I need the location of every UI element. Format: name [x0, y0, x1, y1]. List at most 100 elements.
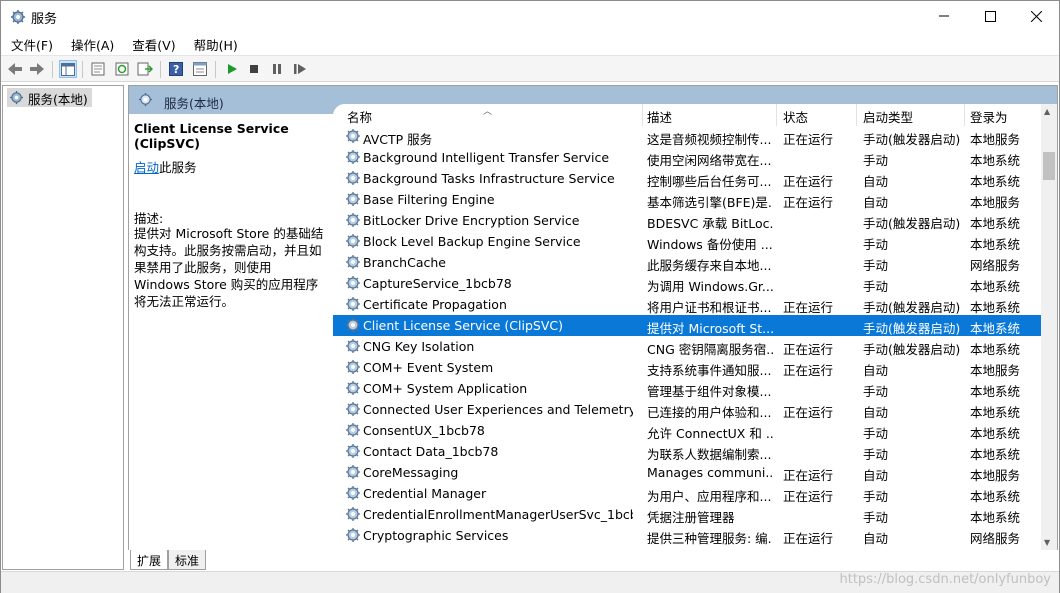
service-status: 正在运行 [783, 363, 834, 378]
scrollbar-thumb[interactable] [1043, 152, 1055, 180]
service-row[interactable]: Block Level Backup Engine Service Windows… [333, 231, 1041, 252]
service-row[interactable]: ConsentUX_1bcb78 允许 ConnectUX 和 ... 手动 本地系统 [333, 420, 1041, 441]
start-service-link[interactable]: 启动 [134, 160, 159, 175]
tab-standard[interactable]: 标准 [168, 550, 207, 570]
refresh-icon[interactable] [113, 60, 131, 78]
column-name[interactable]: 名称 [341, 104, 643, 126]
service-status: 正在运行 [783, 342, 834, 357]
column-logon-as[interactable]: 登录为 [964, 104, 1041, 126]
service-name: BitLocker Drive Encryption Service [363, 213, 580, 228]
service-description: 支持系统事件通知服... [647, 363, 772, 378]
service-row[interactable]: Credential Manager 为用户、应用程序和... 正在运行 手动 本地系统 [333, 483, 1041, 504]
service-gear-icon [345, 275, 361, 291]
service-row[interactable]: BitLocker Drive Encryption Service BDESVC… [333, 210, 1041, 231]
service-row[interactable]: CNG Key Isolation CNG 密钥隔离服务宿... 正在运行 手动(触发… [333, 336, 1041, 357]
start-service-line: 启动此服务 [134, 157, 197, 176]
service-name: Certificate Propagation [363, 297, 507, 312]
service-startup-type: 手动 [863, 510, 889, 525]
service-row[interactable]: CredentialEnrollmentManagerUserSvc_1bcb7… [333, 504, 1041, 525]
menu-help[interactable]: 帮助(H) [184, 32, 246, 54]
service-gear-icon [345, 149, 361, 165]
services-gear-icon [10, 9, 26, 25]
column-description[interactable]: 描述 [641, 104, 777, 126]
window-title: 服务 [31, 12, 58, 27]
export-icon[interactable] [136, 60, 154, 78]
service-gear-icon [345, 233, 361, 249]
service-row[interactable]: Base Filtering Engine 基本筛选引擎(BFE)是... 正在运行… [333, 189, 1041, 210]
service-description: 允许 ConnectUX 和 ... [647, 426, 773, 441]
service-description: 此服务缓存来自本地... [647, 258, 772, 273]
service-name: Block Level Backup Engine Service [363, 234, 581, 249]
service-startup-type: 自动 [863, 405, 889, 420]
service-name: CNG Key Isolation [363, 339, 475, 354]
service-row[interactable]: Certificate Propagation 将用户证书和根证书... 正在运行 手… [333, 294, 1041, 315]
svg-text:?: ? [173, 63, 179, 76]
menu-view[interactable]: 查看(V) [122, 32, 183, 54]
scroll-down-icon[interactable]: ▼ [1044, 538, 1050, 547]
tree-node-services-local[interactable]: 服务(本地) [7, 88, 92, 107]
restart-icon[interactable] [291, 60, 309, 78]
service-gear-icon [345, 380, 361, 396]
tree-node-label: 服务(本地) [28, 92, 88, 107]
service-logon-as: 本地系统 [970, 279, 1021, 294]
service-name: Background Tasks Infrastructure Service [363, 171, 615, 186]
service-row[interactable]: Background Tasks Infrastructure Service 控… [333, 168, 1041, 189]
service-startup-type: 手动 [863, 447, 889, 462]
close-button[interactable] [1013, 1, 1059, 31]
service-gear-icon [345, 401, 361, 417]
service-description: 为调用 Windows.Gr... [647, 279, 773, 294]
service-status: 正在运行 [783, 531, 834, 546]
scroll-up-icon[interactable]: ▲ [1044, 107, 1050, 116]
menu-action[interactable]: 操作(A) [61, 32, 122, 54]
service-startup-type: 手动(触发器启动) [863, 321, 961, 336]
view-icon[interactable] [191, 60, 209, 78]
service-logon-as: 本地服务 [970, 363, 1021, 378]
service-startup-type: 手动 [863, 279, 889, 294]
service-row[interactable]: BranchCache 此服务缓存来自本地... 手动 网络服务 [333, 252, 1041, 273]
minimize-icon [939, 15, 949, 17]
service-description: 为联系人数据编制索... [647, 447, 772, 462]
service-row[interactable]: Contact Data_1bcb78 为联系人数据编制索... 手动 本地系统 [333, 441, 1041, 462]
forward-icon[interactable] [28, 60, 46, 78]
help-icon[interactable]: ? [167, 60, 185, 78]
service-row[interactable]: COM+ System Application 管理基于组件对象模... 手动 本地系… [333, 378, 1041, 399]
service-logon-as: 本地系统 [970, 216, 1021, 231]
vertical-scrollbar[interactable]: ▲ ▼ [1041, 104, 1057, 550]
back-icon[interactable] [6, 60, 24, 78]
minimize-button[interactable] [921, 1, 967, 31]
service-row[interactable]: Connected User Experiences and Telemetry… [333, 399, 1041, 420]
pause-icon[interactable] [268, 60, 286, 78]
service-row[interactable]: Cryptographic Services 提供三种管理服务: 编... 正在运行… [333, 525, 1041, 546]
column-startup-type[interactable]: 启动类型 [857, 104, 965, 126]
service-row[interactable]: Client License Service (ClipSVC) 提供对 Micr… [333, 315, 1041, 336]
service-name: CaptureService_1bcb78 [363, 276, 512, 291]
service-logon-as: 本地系统 [970, 300, 1021, 315]
toolbar-separator [160, 61, 161, 78]
service-row[interactable]: Background Intelligent Transfer Service 使… [333, 147, 1041, 168]
start-icon[interactable] [223, 60, 241, 78]
title-bar: 服务 [1, 1, 1059, 32]
service-row[interactable]: CoreMessaging Manages communi... 正在运行 自动 本地服… [333, 462, 1041, 483]
maximize-button[interactable] [967, 1, 1013, 31]
service-name: CredentialEnrollmentManagerUserSvc_1bcb7… [363, 507, 633, 522]
service-startup-type: 手动 [863, 384, 889, 399]
service-gear-icon [345, 506, 361, 522]
service-name: Client License Service (ClipSVC) [363, 318, 564, 333]
service-logon-as: 本地系统 [970, 447, 1021, 462]
service-logon-as: 本地系统 [970, 342, 1021, 357]
show-hide-tree-icon[interactable] [59, 60, 77, 78]
stop-icon[interactable] [245, 60, 263, 78]
service-gear-icon [345, 254, 361, 270]
services-list: ︿ 名称 描述 状态 启动类型 登录为 AVCTP 服务 这是音频视频控制传...… [333, 104, 1057, 550]
service-row[interactable]: COM+ Event System 支持系统事件通知服... 正在运行 自动 本地服务 [333, 357, 1041, 378]
service-row[interactable]: AVCTP 服务 这是音频视频控制传... 正在运行 手动(触发器启动) 本地服务 [333, 126, 1041, 147]
service-description: 基本筛选引擎(BFE)是... [647, 195, 773, 210]
column-status[interactable]: 状态 [777, 104, 857, 126]
properties-icon[interactable] [89, 60, 107, 78]
service-row[interactable]: CaptureService_1bcb78 为调用 Windows.Gr... 手动… [333, 273, 1041, 294]
service-gear-icon [345, 296, 361, 312]
tab-extended[interactable]: 扩展 [130, 550, 169, 570]
service-logon-as: 本地系统 [970, 510, 1021, 525]
service-gear-icon [345, 170, 361, 186]
menu-file[interactable]: 文件(F) [1, 32, 61, 54]
